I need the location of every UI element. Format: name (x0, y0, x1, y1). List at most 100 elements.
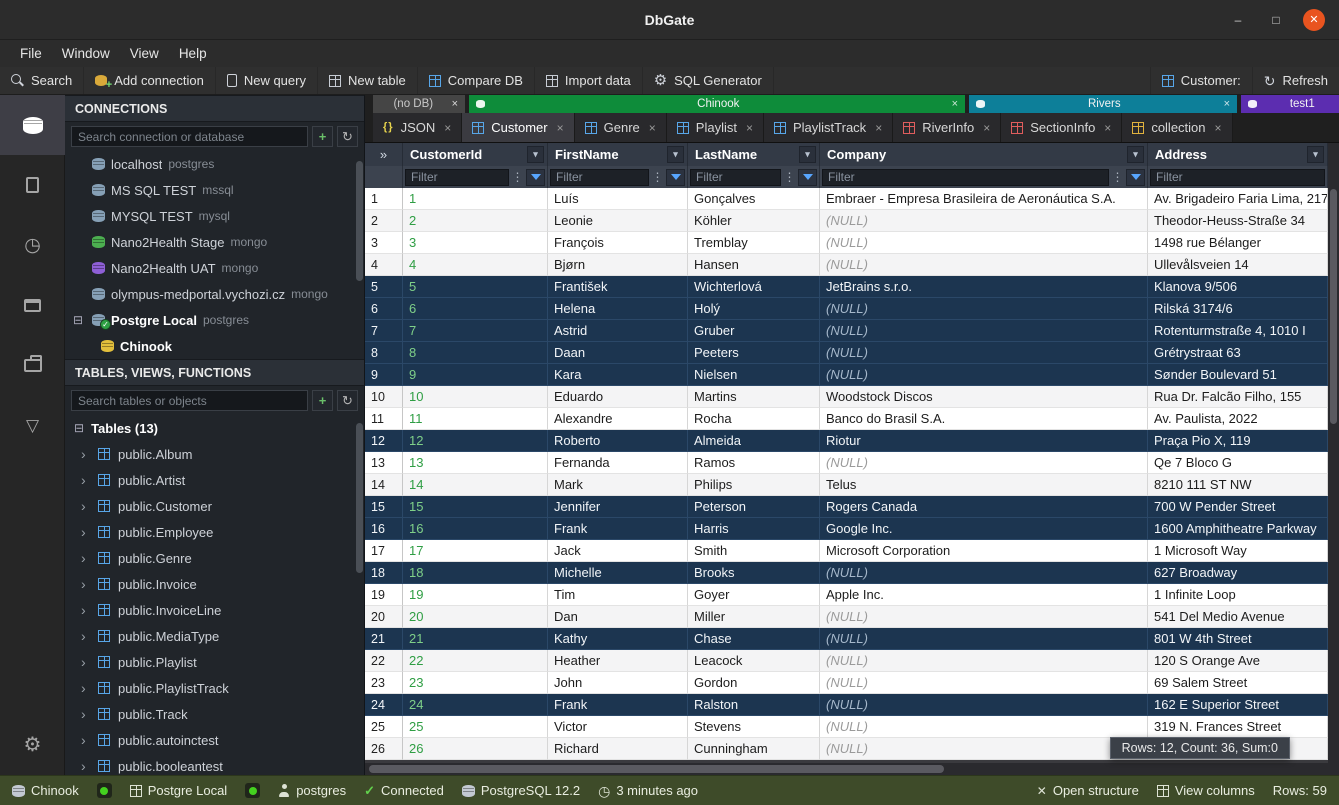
cell-company[interactable]: (NULL) (820, 298, 1148, 320)
filter-funnel-button[interactable] (798, 169, 817, 186)
cell-customerid[interactable]: 15 (403, 496, 548, 518)
cell-customerid[interactable]: 12 (403, 430, 548, 452)
row-number[interactable]: 1 (365, 188, 403, 210)
connection-item-ms-sql-test[interactable]: MS SQL TESTmssql (65, 177, 364, 203)
filter-input-address[interactable] (1150, 169, 1325, 186)
refresh-connections-button[interactable]: ↻ (337, 126, 358, 147)
table-item-public-booleantest[interactable]: ›public.booleantest (65, 753, 364, 775)
close-tab-icon[interactable]: × (1224, 98, 1230, 110)
cell-company[interactable]: Riotur (820, 430, 1148, 452)
menu-item-window[interactable]: Window (52, 43, 120, 64)
status-postgresql-12-2[interactable]: PostgreSQL 12.2 (462, 783, 580, 798)
table-item-public-playlist[interactable]: ›public.Playlist (65, 649, 364, 675)
row-number[interactable]: 3 (365, 232, 403, 254)
tables-group-row[interactable]: ⊟ Tables (13) (65, 415, 364, 441)
close-tab-icon[interactable]: × (952, 98, 958, 110)
column-header-firstname[interactable]: FirstName▾ (548, 143, 688, 166)
row-number[interactable]: 15 (365, 496, 403, 518)
cell-lastname[interactable]: Brooks (688, 562, 820, 584)
row-number[interactable]: 19 (365, 584, 403, 606)
cell-lastname[interactable]: Cunningham (688, 738, 820, 760)
table-item-public-genre[interactable]: ›public.Genre (65, 545, 364, 571)
toolbar-button-new-query[interactable]: New query (216, 67, 318, 94)
status-view-columns[interactable]: View columns (1157, 783, 1255, 798)
cell-customerid[interactable]: 5 (403, 276, 548, 298)
cell-lastname[interactable]: Nielsen (688, 364, 820, 386)
cell-customerid[interactable]: 13 (403, 452, 548, 474)
filter-funnel-button[interactable] (666, 169, 685, 186)
row-number[interactable]: 20 (365, 606, 403, 628)
cell-customerid[interactable]: 24 (403, 694, 548, 716)
table-item-public-invoice[interactable]: ›public.Invoice (65, 571, 364, 597)
cell-company[interactable]: (NULL) (820, 232, 1148, 254)
row-number[interactable]: 5 (365, 276, 403, 298)
table-item-public-autoinctest[interactable]: ›public.autoinctest (65, 727, 364, 753)
menu-item-help[interactable]: Help (169, 43, 217, 64)
activity-file-icon[interactable] (0, 155, 65, 215)
row-number[interactable]: 13 (365, 452, 403, 474)
filter-input-customerid[interactable] (405, 169, 509, 186)
cell-lastname[interactable]: Goyer (688, 584, 820, 606)
column-header-address[interactable]: Address▾ (1148, 143, 1328, 166)
filter-funnel-button[interactable] (1126, 169, 1145, 186)
row-number[interactable]: 11 (365, 408, 403, 430)
cell-firstname[interactable]: Eduardo (548, 386, 688, 408)
close-button[interactable]: ✕ (1303, 9, 1325, 31)
cell-address[interactable]: Av. Brigadeiro Faria Lima, 2170 (1148, 188, 1328, 210)
status-connected[interactable]: ✓Connected (364, 783, 444, 798)
table-item-public-mediatype[interactable]: ›public.MediaType (65, 623, 364, 649)
status-postgres[interactable]: postgres (278, 783, 346, 798)
table-item-public-playlisttrack[interactable]: ›public.PlaylistTrack (65, 675, 364, 701)
cell-address[interactable]: 319 N. Frances Street (1148, 716, 1328, 738)
row-number[interactable]: 21 (365, 628, 403, 650)
row-number[interactable]: 12 (365, 430, 403, 452)
cell-company[interactable]: Google Inc. (820, 518, 1148, 540)
toolbar-button-compare-db[interactable]: Compare DB (418, 67, 535, 94)
add-table-plus-button[interactable]: + (312, 390, 333, 411)
activity-gear-icon[interactable]: ⚙ (0, 715, 65, 775)
cell-lastname[interactable]: Tremblay (688, 232, 820, 254)
activity-history-icon[interactable]: ◷ (0, 215, 65, 275)
cell-firstname[interactable]: Roberto (548, 430, 688, 452)
tab-json[interactable]: {}JSON× (373, 113, 462, 142)
cell-customerid[interactable]: 19 (403, 584, 548, 606)
table-item-public-employee[interactable]: ›public.Employee (65, 519, 364, 545)
cell-firstname[interactable]: Frank (548, 518, 688, 540)
connection-search-input[interactable] (71, 126, 308, 147)
cell-firstname[interactable]: Jennifer (548, 496, 688, 518)
cell-company[interactable]: (NULL) (820, 364, 1148, 386)
table-item-public-track[interactable]: ›public.Track (65, 701, 364, 727)
grid-vertical-scrollbar[interactable] (1328, 143, 1339, 763)
cell-customerid[interactable]: 18 (403, 562, 548, 584)
cell-customerid[interactable]: 11 (403, 408, 548, 430)
cell-company[interactable]: Embraer - Empresa Brasileira de Aeronáut… (820, 188, 1148, 210)
grid-horizontal-scrollbar[interactable] (365, 763, 1328, 775)
cell-address[interactable]: Rotenturmstraße 4, 1010 I (1148, 320, 1328, 342)
row-number[interactable]: 23 (365, 672, 403, 694)
row-number[interactable]: 17 (365, 540, 403, 562)
column-menu-button[interactable]: ▾ (667, 146, 684, 163)
status-open-structure[interactable]: ✕Open structure (1037, 783, 1139, 798)
cell-address[interactable]: 541 Del Medio Avenue (1148, 606, 1328, 628)
cell-customerid[interactable]: 16 (403, 518, 548, 540)
tab-customer[interactable]: Customer× (462, 113, 574, 142)
close-tab-icon[interactable]: × (557, 121, 564, 135)
column-header-customerid[interactable]: CustomerId▾ (403, 143, 548, 166)
cell-lastname[interactable]: Smith (688, 540, 820, 562)
cell-customerid[interactable]: 26 (403, 738, 548, 760)
tab-playlist[interactable]: Playlist× (667, 113, 764, 142)
cell-lastname[interactable]: Holý (688, 298, 820, 320)
cell-address[interactable]: Theodor-Heuss-Straße 34 (1148, 210, 1328, 232)
row-number[interactable]: 10 (365, 386, 403, 408)
row-number[interactable]: 24 (365, 694, 403, 716)
activity-database-icon[interactable] (0, 95, 65, 155)
cell-lastname[interactable]: Philips (688, 474, 820, 496)
cell-customerid[interactable]: 3 (403, 232, 548, 254)
cell-company[interactable]: (NULL) (820, 672, 1148, 694)
connection-item-nano2health-stage[interactable]: Nano2Health Stagemongo (65, 229, 364, 255)
horizontal-scroll-thumb[interactable] (369, 765, 944, 773)
add-connection-plus-button[interactable]: + (312, 126, 333, 147)
row-number[interactable]: 16 (365, 518, 403, 540)
row-number[interactable]: 26 (365, 738, 403, 760)
cell-company[interactable]: JetBrains s.r.o. (820, 276, 1148, 298)
